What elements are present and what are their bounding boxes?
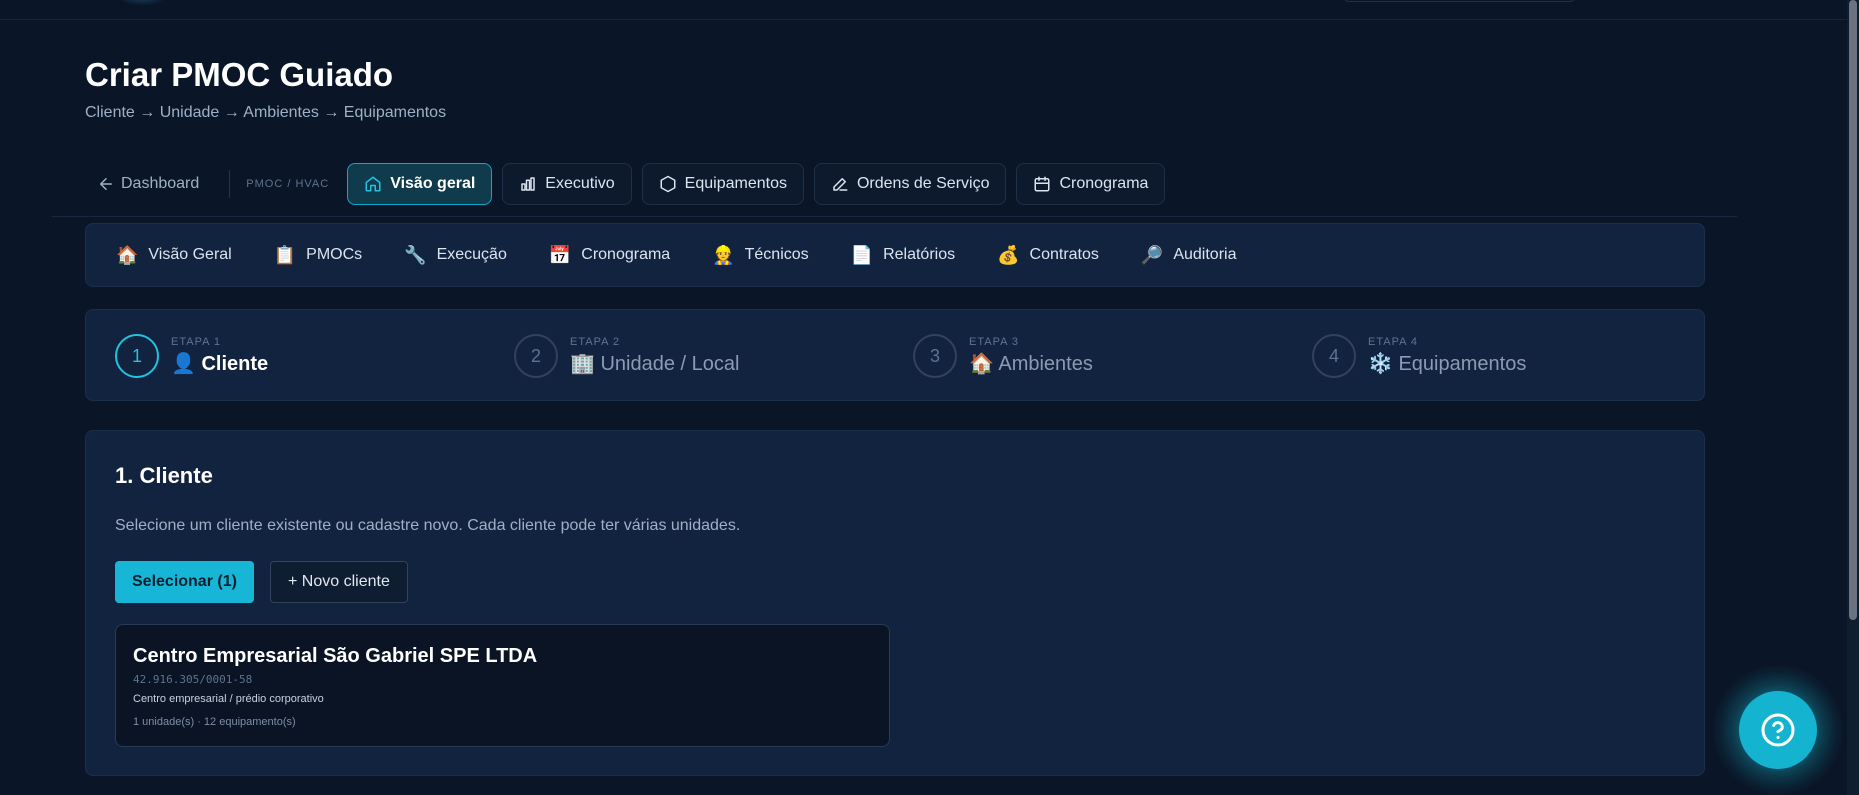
scrollbar-thumb[interactable] [1849,0,1857,620]
module-label: Contratos [1029,246,1099,263]
page-subtitle: Cliente → Unidade → Ambientes → Equipame… [85,104,447,121]
top-bar [0,0,1852,20]
bar-chart-icon [521,177,536,191]
header-divider [52,216,1737,217]
step-etapa: ETAPA 1 [171,336,222,348]
home-emoji-icon: 🏠 [116,244,139,265]
step-name: Equipamentos [1398,353,1527,375]
edit-icon [833,178,848,191]
tab-equipamentos[interactable]: Equipamentos [641,163,804,205]
module-cronograma[interactable]: 📅 Cronograma [549,245,670,266]
tab-cronograma[interactable]: Cronograma [1016,163,1166,205]
section-title: 1. Cliente [115,463,213,488]
wizard-stepper: 1 ETAPA 1 👤 Cliente 2 ETAPA 2 🏢 Unidade … [85,309,1705,401]
step-name: Cliente [201,353,269,375]
step-etapa: ETAPA 3 [969,336,1020,348]
module-label: Execução [436,246,507,263]
module-label: Auditoria [1173,246,1237,263]
money-bag-icon: 💰 [997,244,1020,265]
client-cnpj: 42.916.305/0001-58 [133,673,253,686]
step-unidade[interactable]: 2 ETAPA 2 🏢 Unidade / Local [514,334,739,378]
module-label: Relatórios [883,246,956,263]
help-circle-icon [1761,713,1795,747]
document-icon: 📄 [850,244,874,265]
scrollbar[interactable] [1847,0,1859,795]
calendar-emoji-icon: 📅 [548,244,572,265]
hexagon-icon [660,175,676,193]
step-name: Unidade / Local [600,353,740,375]
clipboard-icon: 📋 [273,244,297,265]
nav-section-label: PMOC / HVAC [246,178,330,190]
arrow-left-icon [100,178,112,190]
module-auditoria[interactable]: 🔎 Auditoria [1141,245,1237,266]
tab-label: Visão geral [390,175,476,192]
module-visao-geral[interactable]: 🏠 Visão Geral [116,245,232,266]
house-icon: 🏠 [969,353,994,375]
module-pmocs[interactable]: 📋 PMOCs [274,245,362,266]
nav-divider [229,170,231,198]
module-tecnicos[interactable]: 👷 Técnicos [712,245,808,266]
step-number: 3 [913,334,957,378]
select-client-button[interactable]: Selecionar (1) [115,561,254,603]
module-label: Visão Geral [148,246,232,263]
help-button[interactable] [1739,691,1817,769]
client-card[interactable]: Centro Empresarial São Gabriel SPE LTDA … [115,624,890,747]
back-to-dashboard-link[interactable]: Dashboard [85,164,211,204]
tab-visao-geral[interactable]: Visão geral [347,163,493,205]
page-title: Criar PMOC Guiado [85,56,394,93]
module-nav: 🏠 Visão Geral 📋 PMOCs 🔧 Execução 📅 Cronogram… [85,223,1705,287]
magnifier-icon: 🔎 [1140,244,1164,265]
client-stats: 1 unidade(s) · 12 equipamento(s) [133,716,296,728]
module-relatorios[interactable]: 📄 Relatórios [851,245,955,266]
person-icon: 👤 [171,353,196,375]
step-etapa: ETAPA 4 [1368,336,1419,348]
step-ambientes[interactable]: 3 ETAPA 3 🏠 Ambientes [913,334,1093,378]
tab-label: Equipamentos [684,175,787,192]
tab-label: Cronograma [1059,175,1149,192]
top-search-input[interactable] [1343,0,1576,2]
section-description: Selecione um cliente existente ou cadast… [115,517,741,534]
wrench-icon: 🔧 [404,244,427,265]
top-nav: Dashboard PMOC / HVAC Visão geral Execut… [85,162,1166,206]
module-label: PMOCs [306,246,363,263]
step-number: 2 [514,334,558,378]
cliente-section: 1. Cliente Selecione um cliente existent… [85,430,1705,776]
calendar-icon [1034,176,1050,192]
step-cliente[interactable]: 1 ETAPA 1 👤 Cliente [115,334,268,378]
new-client-button[interactable]: + Novo cliente [270,561,408,603]
module-execucao[interactable]: 🔧 Execução [404,245,507,266]
back-label: Dashboard [121,175,200,192]
step-number: 1 [115,334,159,378]
module-contratos[interactable]: 💰 Contratos [997,245,1099,266]
home-icon [365,176,381,192]
module-label: Cronograma [581,246,671,263]
tab-label: Executivo [545,175,615,192]
client-name: Centro Empresarial São Gabriel SPE LTDA [133,645,538,667]
step-etapa: ETAPA 2 [570,336,621,348]
building-icon: 🏢 [570,353,595,375]
step-name: Ambientes [998,353,1093,375]
snowflake-icon: ❄️ [1368,353,1393,375]
tab-executivo[interactable]: Executivo [502,163,632,205]
tab-ordens-de-servico[interactable]: Ordens de Serviço [813,163,1007,205]
client-type: Centro empresarial / prédio corporativo [133,693,324,705]
step-number: 4 [1312,334,1356,378]
tab-label: Ordens de Serviço [856,175,990,192]
step-equipamentos[interactable]: 4 ETAPA 4 ❄️ Equipamentos [1312,334,1526,378]
logo-icon[interactable] [115,0,169,6]
module-label: Técnicos [744,246,809,263]
worker-icon: 👷 [712,244,735,265]
